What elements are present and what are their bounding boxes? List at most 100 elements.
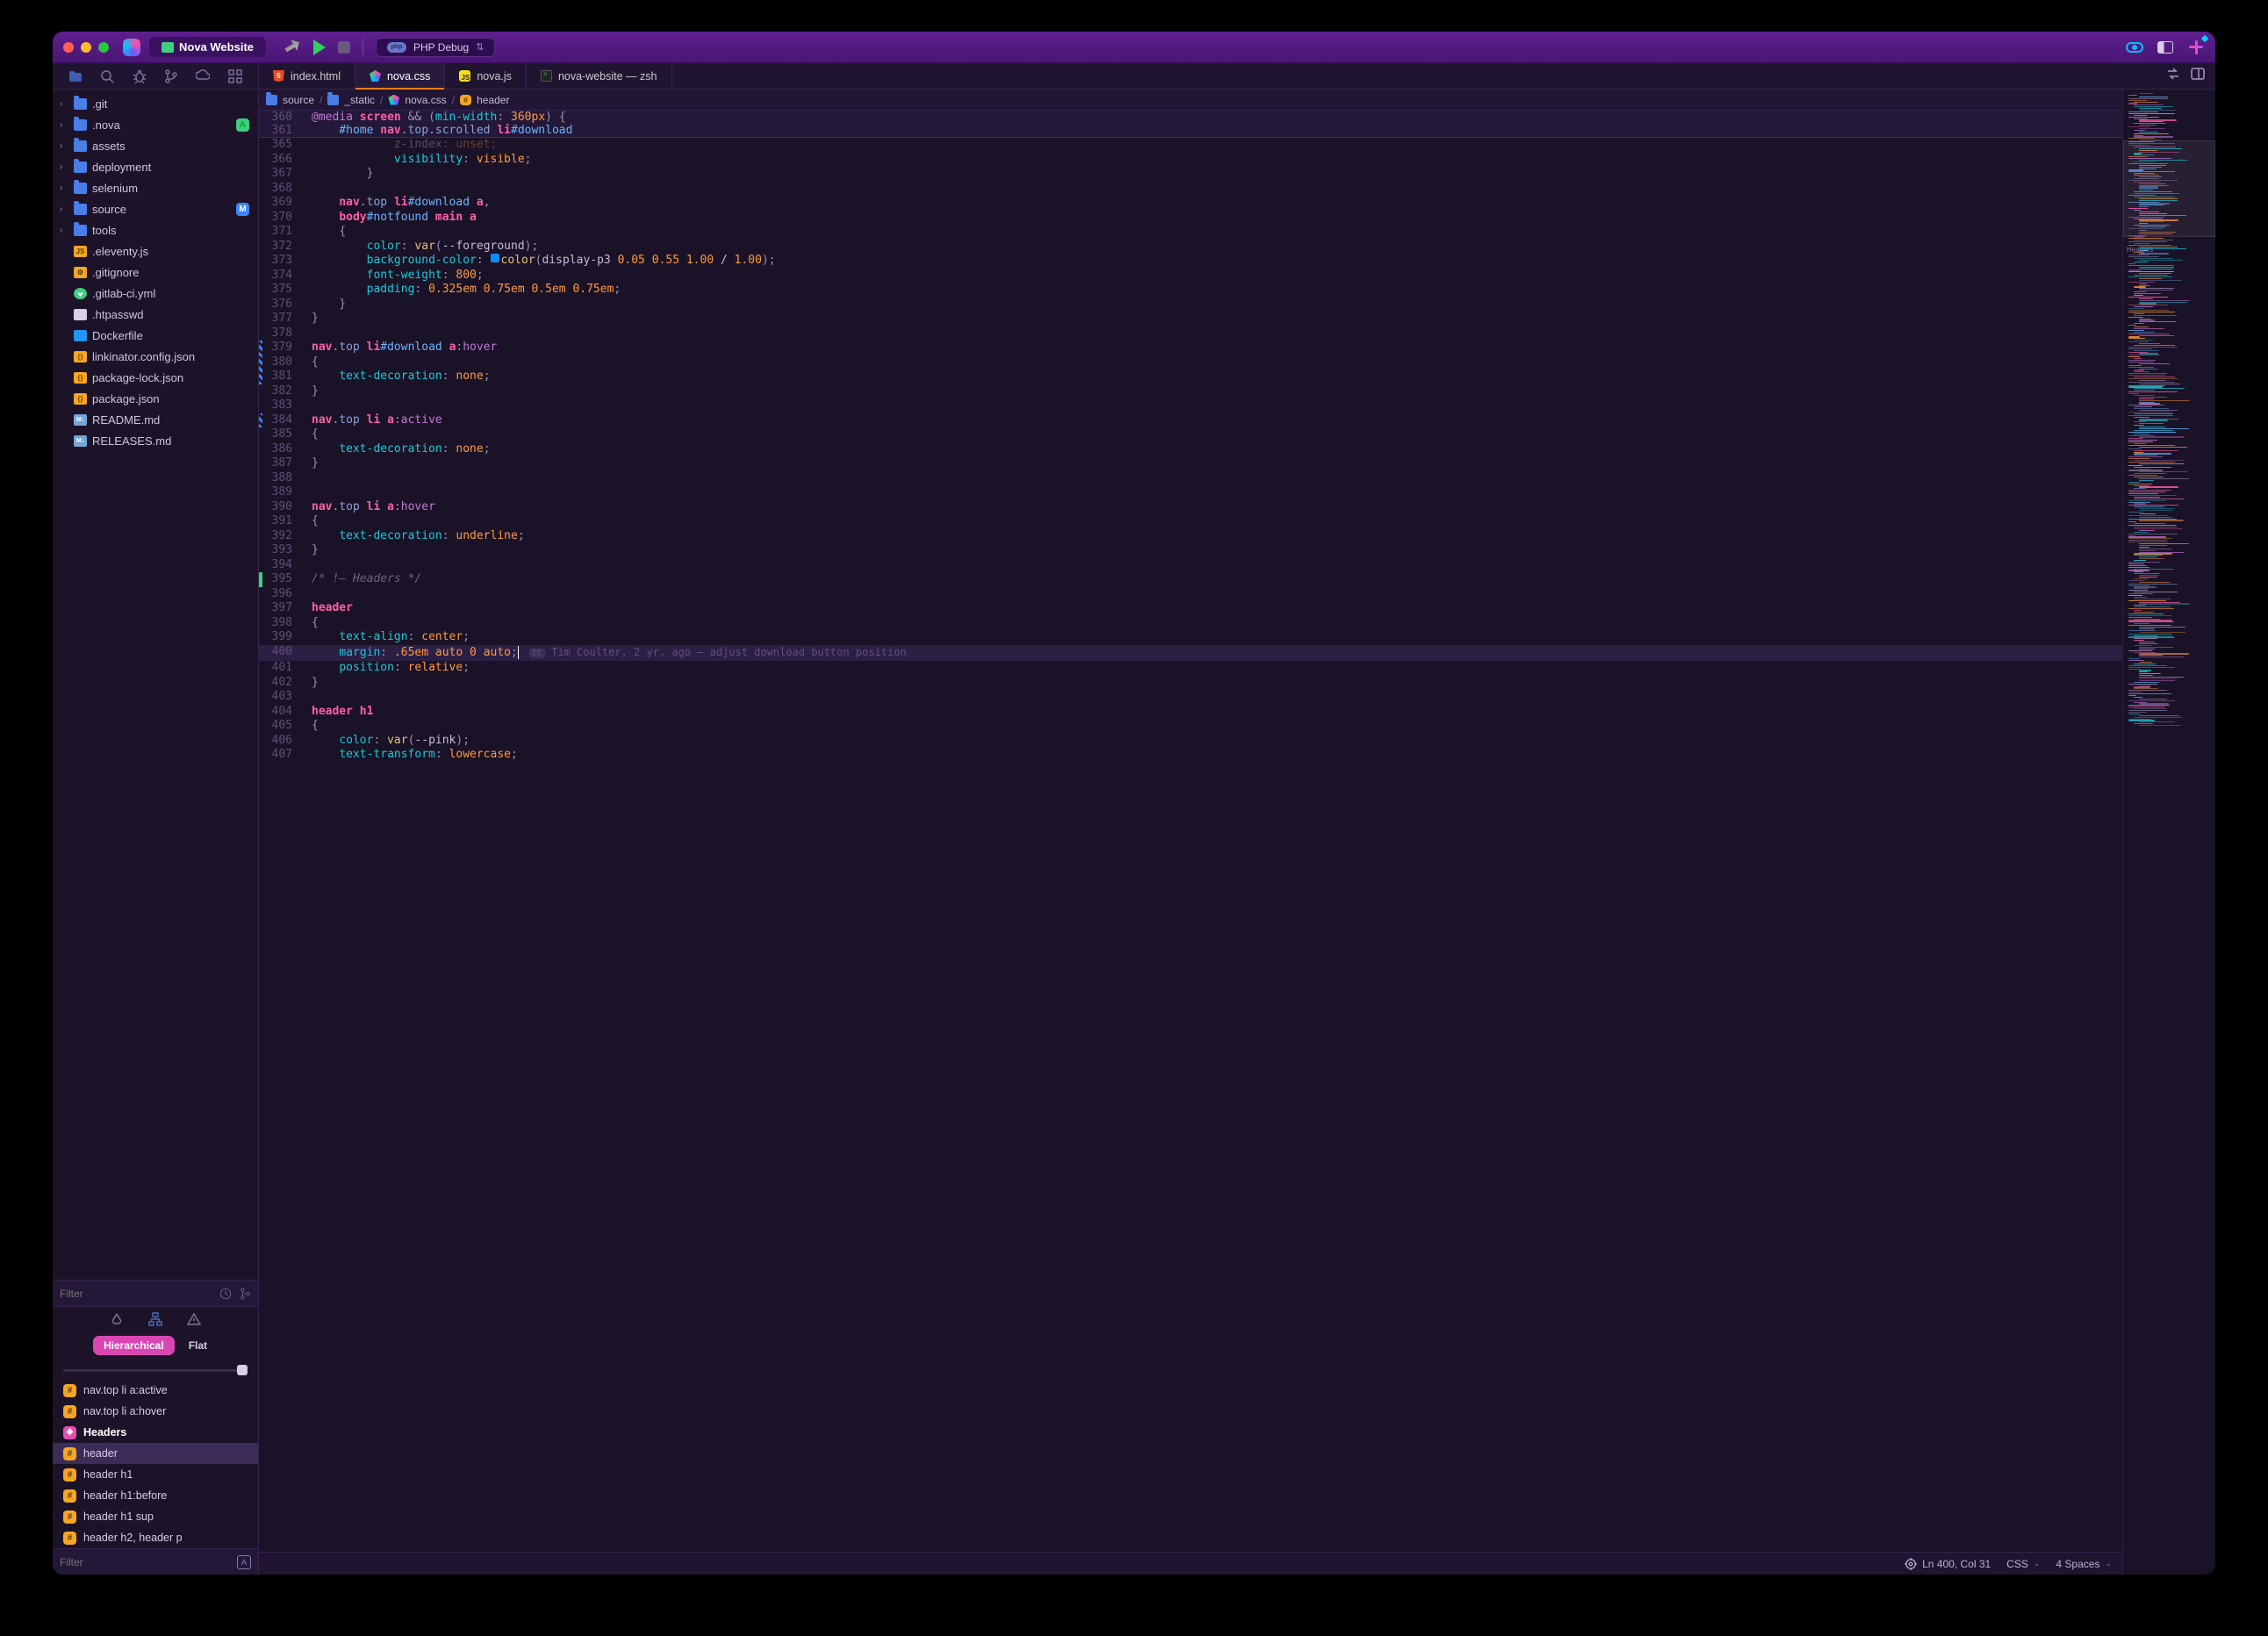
code-line[interactable]: 397header <box>259 601 2122 616</box>
symbol-section[interactable]: ❖Headers <box>53 1422 258 1443</box>
symbol-zoom-slider[interactable] <box>53 1360 258 1380</box>
file-tree-file[interactable]: JS.eleventy.js <box>53 240 258 262</box>
symbols-tree-icon[interactable] <box>148 1312 162 1326</box>
breadcrumb-segment[interactable]: nova.css <box>405 94 446 106</box>
code-line[interactable]: 396 <box>259 587 2122 602</box>
file-tree-folder[interactable]: ›selenium <box>53 177 258 198</box>
minimap[interactable]: Headers <box>2122 90 2215 1575</box>
slider-thumb[interactable] <box>237 1365 248 1375</box>
sticky-scroll[interactable]: 360@media screen && (min-width: 360px) {… <box>259 111 2122 138</box>
debug-config-selector[interactable]: php PHP Debug ⇅ <box>376 38 495 57</box>
symbol-rule[interactable]: #header h1 <box>53 1464 258 1485</box>
symbol-filter-input[interactable] <box>60 1556 237 1568</box>
symbols-warnings-icon[interactable] <box>187 1312 201 1326</box>
code-line[interactable]: 370 body#notfound main a <box>259 211 2122 226</box>
editor-tab[interactable]: nova-website — zsh <box>527 63 672 89</box>
code-line[interactable]: 366 visibility: visible; <box>259 153 2122 168</box>
code-line[interactable]: 392 text-decoration: underline; <box>259 529 2122 544</box>
preview-button[interactable] <box>2126 42 2143 53</box>
file-tree-file[interactable]: .htpasswd <box>53 304 258 325</box>
code-line[interactable]: 394 <box>259 558 2122 573</box>
editor-tab[interactable]: JSnova.js <box>445 63 527 89</box>
project-tab[interactable]: Nova Website <box>149 37 266 57</box>
breadcrumb-segment[interactable]: header <box>477 94 509 106</box>
file-tree-folder[interactable]: ›tools <box>53 219 258 240</box>
code-line[interactable]: 380{ <box>259 355 2122 370</box>
code-line[interactable]: 381 text-decoration: none; <box>259 370 2122 384</box>
new-tab-button[interactable] <box>2187 39 2205 56</box>
sidebar-search-button[interactable] <box>100 69 114 83</box>
status-indent[interactable]: 4 Spaces ⌄ <box>2056 1558 2112 1570</box>
code-line[interactable]: 388 <box>259 471 2122 486</box>
filter-scm-icon[interactable] <box>239 1288 251 1300</box>
editor-tab[interactable]: nova.css <box>355 63 445 89</box>
code-line[interactable]: 360@media screen && (min-width: 360px) { <box>259 111 2122 124</box>
file-tree[interactable]: ›.git›.novaA›assets›deployment›selenium›… <box>53 90 258 1280</box>
code-line[interactable]: 405{ <box>259 719 2122 734</box>
code-line[interactable]: 403 <box>259 690 2122 705</box>
view-hierarchical[interactable]: Hierarchical <box>93 1336 175 1355</box>
file-tree-file[interactable]: ⚙.gitignore <box>53 262 258 283</box>
code-line[interactable]: 391{ <box>259 514 2122 529</box>
window-minimize-button[interactable] <box>81 42 91 53</box>
disclosure-triangle-icon[interactable]: › <box>60 162 68 172</box>
filter-scope-icon[interactable]: A <box>237 1555 251 1569</box>
breadcrumb-segment[interactable]: source <box>283 94 314 106</box>
code-line[interactable]: 393} <box>259 543 2122 558</box>
code-line[interactable]: 404header h1 <box>259 705 2122 720</box>
code-line[interactable]: 371 { <box>259 225 2122 240</box>
code-line[interactable]: 369 nav.top li#download a, <box>259 196 2122 211</box>
code-line[interactable]: 389 <box>259 485 2122 500</box>
code-line[interactable]: 377} <box>259 312 2122 326</box>
sidebar-publish-button[interactable] <box>196 69 210 83</box>
disclosure-triangle-icon[interactable]: › <box>60 204 68 214</box>
code-line[interactable]: 399 text-align: center; <box>259 630 2122 645</box>
code-line[interactable]: 372 color: var(--foreground); <box>259 240 2122 255</box>
code-line[interactable]: 400 margin: .65em auto 0 auto;TC Tim Cou… <box>259 645 2122 662</box>
sidebar-git-button[interactable] <box>164 69 178 83</box>
disclosure-triangle-icon[interactable]: › <box>60 183 68 193</box>
code-line[interactable]: 373 background-color: color(display-p3 0… <box>259 254 2122 269</box>
code-line[interactable]: 383 <box>259 398 2122 413</box>
file-tree-folder[interactable]: ›sourceM <box>53 198 258 219</box>
layout-toggle-button[interactable] <box>2157 41 2173 54</box>
code-line[interactable]: 379nav.top li#download a:hover <box>259 341 2122 355</box>
code-line[interactable]: 385{ <box>259 427 2122 442</box>
symbol-list[interactable]: #nav.top li a:active#nav.top li a:hover❖… <box>53 1380 258 1548</box>
code-line[interactable]: 375 padding: 0.325em 0.75em 0.5em 0.75em… <box>259 283 2122 298</box>
symbol-rule[interactable]: #header h1 sup <box>53 1506 258 1527</box>
file-tree-file[interactable]: Dockerfile <box>53 325 258 346</box>
file-tree-file[interactable]: .gitlab-ci.yml <box>53 283 258 304</box>
symbol-rule[interactable]: #nav.top li a:hover <box>53 1401 258 1422</box>
file-filter-input[interactable] <box>60 1288 212 1300</box>
split-transfer-button[interactable] <box>2166 67 2180 85</box>
symbol-rule[interactable]: #header h2, header p <box>53 1527 258 1548</box>
symbols-all-icon[interactable] <box>110 1312 124 1326</box>
symbol-rule[interactable]: #header h1:before <box>53 1485 258 1506</box>
breadcrumb[interactable]: source/_static/nova.css/#header <box>259 90 2122 111</box>
disclosure-triangle-icon[interactable]: › <box>60 141 68 151</box>
status-language[interactable]: CSS ⌄ <box>2006 1558 2040 1570</box>
code-line[interactable]: 376 } <box>259 298 2122 312</box>
symbol-rule[interactable]: #header <box>53 1443 258 1464</box>
sidebar-issues-button[interactable] <box>133 69 147 83</box>
build-button[interactable] <box>283 36 305 58</box>
code-line[interactable]: 406 color: var(--pink); <box>259 734 2122 749</box>
code-line[interactable]: 398{ <box>259 616 2122 631</box>
disclosure-triangle-icon[interactable]: › <box>60 120 68 130</box>
file-tree-folder[interactable]: ›assets <box>53 135 258 156</box>
code-line[interactable]: 361 #home nav.top.scrolled li#download <box>259 124 2122 137</box>
file-tree-file[interactable]: {}package-lock.json <box>53 367 258 388</box>
file-tree-file[interactable]: M↓README.md <box>53 409 258 430</box>
code-line[interactable]: 401 position: relative; <box>259 661 2122 676</box>
code-line[interactable]: 367 } <box>259 167 2122 182</box>
code-line[interactable]: 407 text-transform: lowercase; <box>259 748 2122 763</box>
file-tree-file[interactable]: {}linkinator.config.json <box>53 346 258 367</box>
code-line[interactable]: 395/* !— Headers */ <box>259 572 2122 587</box>
code-line[interactable]: 365 z-index: unset; <box>259 138 2122 153</box>
code-line[interactable]: 374 font-weight: 800; <box>259 269 2122 283</box>
code-line[interactable]: 387} <box>259 456 2122 471</box>
code-line[interactable]: 390nav.top li a:hover <box>259 500 2122 515</box>
file-tree-file[interactable]: {}package.json <box>53 388 258 409</box>
code-line[interactable]: 378 <box>259 326 2122 341</box>
